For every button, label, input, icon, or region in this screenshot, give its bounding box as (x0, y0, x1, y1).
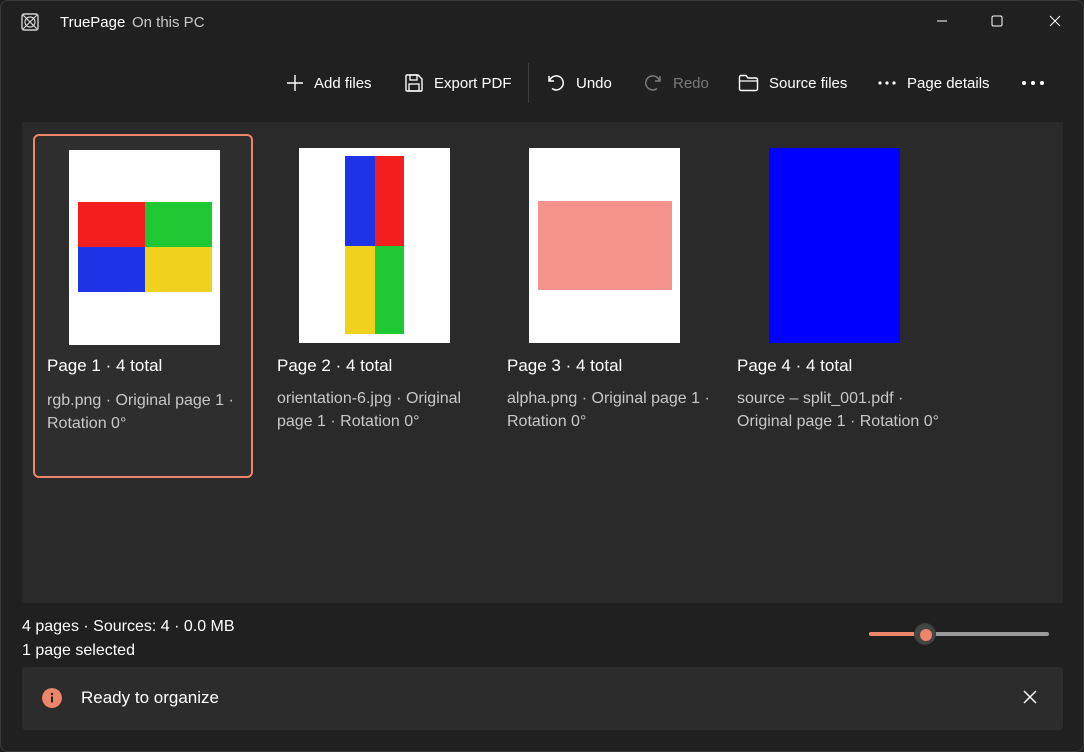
add-files-button[interactable]: Add files (286, 63, 372, 103)
page-card-2[interactable]: Page 2 · 4 total orientation-6.jpg · Ori… (263, 134, 483, 478)
info-bar: Ready to organize (22, 667, 1063, 730)
undo-icon (548, 75, 564, 91)
page-thumbnail-4 (769, 148, 900, 343)
page-title: Page 3 · 4 total (507, 356, 623, 375)
app-window: TruePage On this PC Add files Export PDF… (0, 0, 1084, 752)
page-description: rgb.png · Original page 1 · Rotation 0° (47, 392, 234, 432)
close-icon (1023, 690, 1037, 704)
app-title: TruePage (60, 14, 126, 31)
save-icon (405, 74, 423, 92)
page-card-3[interactable]: Page 3 · 4 total alpha.png · Original pa… (493, 134, 713, 478)
info-icon (42, 688, 62, 708)
selection-status: 1 page selected (22, 642, 135, 659)
plus-icon (287, 75, 303, 91)
app-logo-icon (21, 13, 39, 31)
command-bar: Add files Export PDF Undo Redo Source fi… (1, 63, 1083, 103)
redo-label: Redo (673, 74, 709, 92)
toolbar-separator (528, 63, 529, 103)
undo-button[interactable]: Undo (546, 63, 612, 103)
close-window-button[interactable] (1031, 1, 1079, 41)
close-icon (1049, 15, 1061, 27)
folder-icon (738, 74, 759, 92)
page-description: source – split_001.pdf · Original page 1… (737, 390, 940, 430)
export-pdf-button[interactable]: Export PDF (404, 63, 512, 103)
source-files-label: Source files (769, 74, 848, 92)
page-thumbnail-2 (299, 148, 450, 343)
rgb-image-icon (78, 202, 212, 292)
redo-icon (645, 75, 661, 91)
alpha-image-icon (538, 201, 672, 290)
page-card-4[interactable]: Page 4 · 4 total source – split_001.pdf … (723, 134, 943, 478)
page-details-button[interactable]: Page details (877, 63, 990, 103)
more-options-button[interactable] (1021, 63, 1055, 103)
maximize-icon (991, 15, 1003, 27)
app-subtitle: On this PC (132, 14, 205, 31)
page-grid[interactable]: Page 1 · 4 total rgb.png · Original page… (22, 122, 1063, 603)
add-files-label: Add files (314, 74, 372, 92)
dismiss-info-button[interactable] (1018, 685, 1042, 709)
page-thumbnail-1 (69, 150, 220, 345)
maximize-button[interactable] (973, 1, 1021, 41)
zoom-slider-thumb[interactable] (913, 623, 936, 645)
page-description: orientation-6.jpg · Original page 1 · Ro… (277, 390, 462, 430)
more-horizontal-icon (878, 81, 896, 85)
zoom-slider[interactable] (869, 623, 1051, 645)
export-pdf-label: Export PDF (434, 74, 512, 92)
page-thumbnail-3 (529, 148, 680, 343)
orientation-image-icon (345, 156, 404, 334)
undo-label: Undo (576, 74, 612, 92)
page-card-1[interactable]: Page 1 · 4 total rgb.png · Original page… (33, 134, 253, 478)
page-title: Page 1 · 4 total (47, 356, 163, 375)
page-description: alpha.png · Original page 1 · Rotation 0… (507, 390, 710, 430)
ellipsis-icon (1022, 81, 1044, 85)
page-title: Page 2 · 4 total (277, 356, 393, 375)
source-files-button[interactable]: Source files (738, 63, 847, 103)
info-message: Ready to organize (81, 688, 219, 707)
minimize-button[interactable] (918, 1, 966, 41)
page-title: Page 4 · 4 total (737, 356, 853, 375)
title-bar: TruePage On this PC (1, 1, 1083, 45)
page-details-label: Page details (907, 74, 990, 92)
minimize-icon (937, 20, 947, 22)
page-summary: 4 pages · Sources: 4 · 0.0 MB (22, 618, 235, 635)
redo-button[interactable]: Redo (643, 63, 709, 103)
